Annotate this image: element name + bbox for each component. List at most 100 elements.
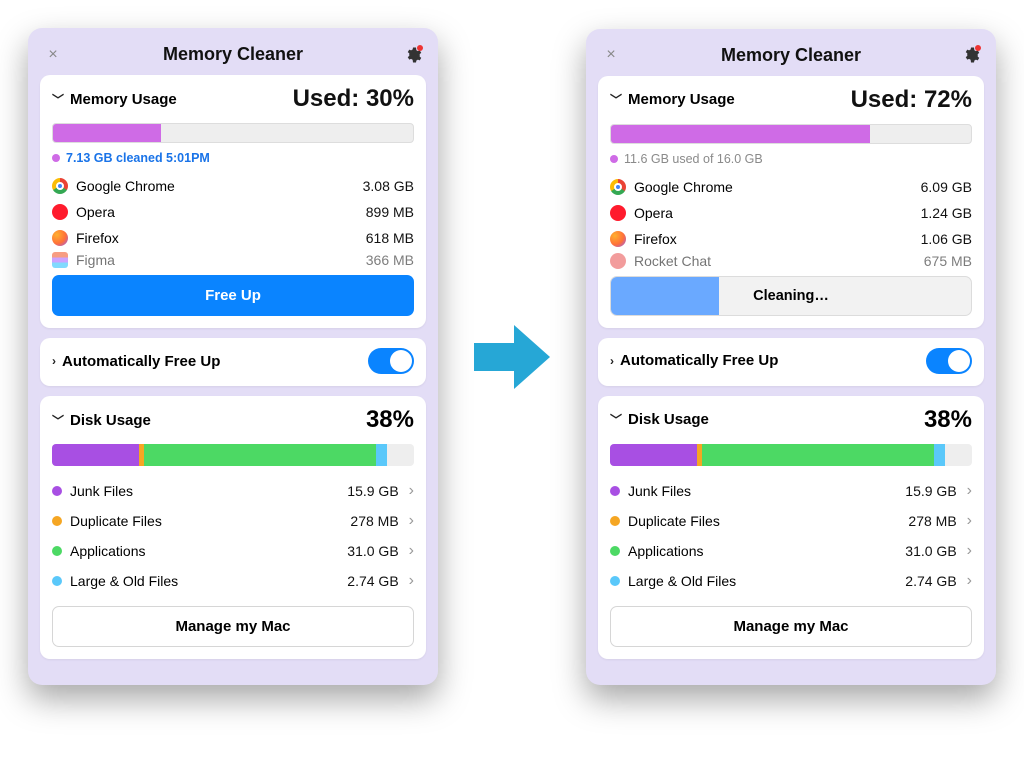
app-row[interactable]: Opera1.24 GB — [610, 200, 972, 226]
memory-usage-label: Memory Usage — [70, 91, 177, 108]
chevron-right-icon: › — [967, 482, 972, 500]
app-name: Opera — [76, 204, 115, 220]
firefox-icon — [52, 230, 68, 246]
close-icon[interactable]: × — [602, 47, 620, 63]
chevron-down-icon: ﹀ — [610, 411, 622, 428]
disk-segment-blue — [376, 444, 387, 466]
titlebar: × Memory Cleaner — [598, 41, 984, 76]
app-name: Firefox — [76, 230, 119, 246]
disk-category-name: Large & Old Files — [70, 573, 178, 589]
disk-category-list: Junk Files15.9 GB›Duplicate Files278 MB›… — [610, 476, 972, 596]
auto-free-up-toggle[interactable] — [926, 348, 972, 374]
app-name: Firefox — [634, 231, 677, 247]
app-size: 3.08 GB — [363, 178, 414, 194]
app-name: Figma — [76, 252, 115, 268]
notification-dot-icon — [417, 45, 423, 51]
settings-gear-icon[interactable] — [404, 46, 422, 64]
chevron-right-icon: › — [967, 542, 972, 560]
disk-category-size: 2.74 GB — [905, 573, 956, 589]
disk-row[interactable]: Duplicate Files278 MB› — [52, 506, 414, 536]
disk-usage-label: Disk Usage — [628, 411, 709, 428]
app-row[interactable]: Google Chrome 3.08 GB — [52, 173, 414, 199]
disk-row[interactable]: Applications31.0 GB› — [610, 536, 972, 566]
arrow-right-icon — [470, 319, 554, 395]
disk-category-name: Duplicate Files — [70, 513, 162, 529]
disk-usage-card: ﹀ Disk Usage 38% Junk Files15.9 GB›Dupli… — [598, 396, 984, 659]
disk-row[interactable]: Large & Old Files 2.74 GB › — [610, 566, 972, 596]
rocket-icon — [610, 253, 626, 269]
auto-free-up-label: Automatically Free Up — [62, 353, 220, 370]
chevron-right-icon: › — [610, 354, 614, 368]
chevron-down-icon: ﹀ — [610, 91, 622, 108]
settings-gear-icon[interactable] — [962, 46, 980, 64]
disk-row[interactable]: Junk Files15.9 GB› — [52, 476, 414, 506]
disk-category-name: Large & Old Files — [628, 573, 736, 589]
chevron-right-icon: › — [409, 542, 414, 560]
manage-my-mac-button[interactable]: Manage my Mac — [610, 606, 972, 647]
category-dot-icon — [52, 486, 62, 496]
app-row[interactable]: Firefox618 MB — [52, 225, 414, 251]
memory-app-list: Google Chrome 3.08 GB Opera 899 MB Firefox61… — [52, 173, 414, 269]
disk-category-size: 2.74 GB — [347, 573, 398, 589]
memory-used-value: Used: 30% — [293, 85, 414, 113]
chevron-right-icon: › — [52, 354, 56, 368]
disk-row[interactable]: Duplicate Files278 MB› — [610, 506, 972, 536]
disk-stacked-bar — [52, 444, 414, 466]
memory-usage-card: ﹀ Memory Usage Used: 72% 11.6 GB used of… — [598, 76, 984, 328]
category-dot-icon — [610, 576, 620, 586]
chevron-right-icon: › — [409, 482, 414, 500]
memory-usage-header[interactable]: ﹀ Memory Usage Used: 30% — [52, 85, 414, 113]
disk-percent-value: 38% — [924, 406, 972, 434]
free-up-button[interactable]: Free Up — [52, 275, 414, 316]
cleaning-progress-button[interactable]: Cleaning… — [610, 276, 972, 316]
app-row[interactable]: Figma366 MB — [52, 251, 414, 269]
chevron-right-icon: › — [409, 572, 414, 590]
window-title: Memory Cleaner — [163, 44, 303, 65]
auto-free-up-toggle[interactable] — [368, 348, 414, 374]
app-row[interactable]: Firefox1.06 GB — [610, 226, 972, 252]
disk-category-size: 31.0 GB — [905, 543, 956, 559]
chevron-right-icon: › — [967, 572, 972, 590]
cleaning-label: Cleaning… — [753, 288, 829, 304]
memory-usage-header[interactable]: ﹀ Memory Usage Used: 72% — [610, 86, 972, 114]
chrome-icon — [52, 178, 68, 194]
disk-segment-purple — [52, 444, 139, 466]
disk-category-size: 31.0 GB — [347, 543, 398, 559]
app-row[interactable]: Rocket Chat675 MB — [610, 252, 972, 270]
memory-used-value: Used: 72% — [851, 86, 972, 114]
category-dot-icon — [52, 576, 62, 586]
disk-row[interactable]: Applications 31.0 GB › — [52, 536, 414, 566]
disk-row[interactable]: Large & Old Files 2.74 GB › — [52, 566, 414, 596]
chevron-down-icon: ﹀ — [52, 91, 64, 108]
category-dot-icon — [52, 516, 62, 526]
manage-my-mac-button[interactable]: Manage my Mac — [52, 606, 414, 647]
memory-progress-bar — [610, 124, 972, 144]
status-bullet-icon — [610, 155, 618, 163]
app-row[interactable]: Google Chrome6.09 GB — [610, 174, 972, 200]
close-icon[interactable]: × — [44, 47, 62, 63]
disk-segment-green — [144, 444, 376, 466]
memory-status-text: 7.13 GB cleaned 5:01PM — [66, 151, 210, 165]
memory-status-line: 11.6 GB used of 16.0 GB — [610, 152, 972, 166]
cleaning-progress-fill — [611, 277, 719, 315]
memory-progress-bar — [52, 123, 414, 143]
app-name: Google Chrome — [76, 178, 175, 194]
memory-status-text: 11.6 GB used of 16.0 GB — [624, 152, 763, 166]
disk-usage-label: Disk Usage — [70, 412, 151, 429]
disk-percent-value: 38% — [366, 406, 414, 434]
auto-free-up-card: › Automatically Free Up — [598, 338, 984, 386]
auto-free-up-header[interactable]: › Automatically Free Up — [610, 352, 778, 369]
disk-usage-header[interactable]: ﹀ Disk Usage 38% — [52, 406, 414, 434]
disk-segment-blue — [934, 444, 945, 466]
app-row[interactable]: Opera 899 MB — [52, 199, 414, 225]
titlebar: × Memory Cleaner — [40, 40, 426, 75]
memory-cleaner-window-before: × Memory Cleaner ﹀ Memory Usage Used: 30… — [28, 28, 438, 685]
disk-usage-header[interactable]: ﹀ Disk Usage 38% — [610, 406, 972, 434]
opera-icon — [610, 205, 626, 221]
app-size: 899 MB — [366, 204, 414, 220]
disk-category-name: Applications — [70, 543, 146, 559]
auto-free-up-header[interactable]: › Automatically Free Up — [52, 353, 220, 370]
disk-segment-green — [702, 444, 934, 466]
disk-category-list: Junk Files15.9 GB›Duplicate Files278 MB›… — [52, 476, 414, 596]
disk-row[interactable]: Junk Files15.9 GB› — [610, 476, 972, 506]
